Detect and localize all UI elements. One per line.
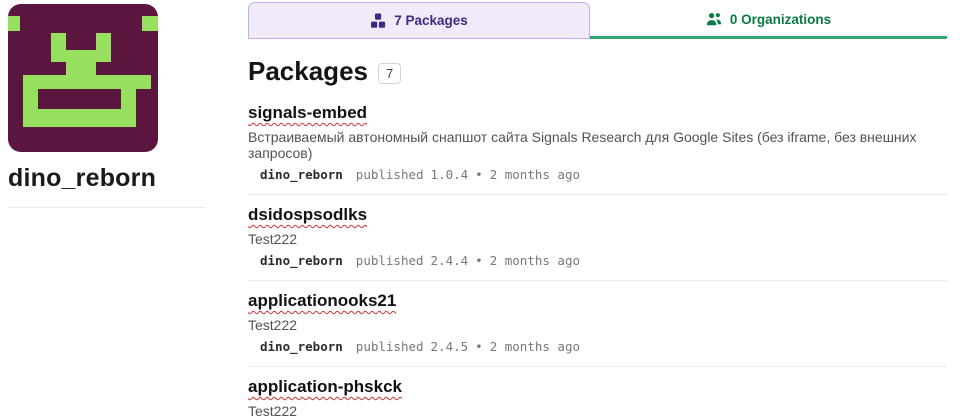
user-avatar <box>8 4 158 152</box>
package-item: applicationooks21 Test222 dino_reborn pu… <box>248 281 947 367</box>
package-name-link[interactable]: applicationooks21 <box>248 291 396 311</box>
packages-heading-row: Packages 7 <box>248 56 947 87</box>
package-version: 1.0.4 <box>431 168 469 182</box>
package-meta-row: dino_reborn published 1.0.4 • 2 months a… <box>260 168 947 182</box>
meta-separator: • <box>475 168 483 182</box>
tab-packages-label: 7 Packages <box>394 13 468 28</box>
package-list: signals-embed Встраиваемый автономный сн… <box>248 93 947 420</box>
packages-boxes-icon <box>370 13 386 29</box>
package-owner-link[interactable]: dino_reborn <box>260 254 343 268</box>
package-item: dsidospsodlks Test222 dino_reborn publis… <box>248 195 947 281</box>
profile-username: dino_reborn <box>8 164 240 193</box>
published-label: published <box>356 340 424 354</box>
sidebar-divider <box>8 207 205 208</box>
organizations-people-icon <box>706 11 722 27</box>
profile-tabs: 7 Packages 0 Organizations <box>248 2 947 39</box>
meta-separator: • <box>475 340 483 354</box>
package-owner-link[interactable]: dino_reborn <box>260 340 343 354</box>
published-time-ago: 2 months ago <box>490 168 580 182</box>
published-time-ago: 2 months ago <box>490 254 580 268</box>
profile-sidebar: dino_reborn <box>0 0 240 420</box>
packages-heading: Packages <box>248 56 368 87</box>
profile-page: dino_reborn 7 Packages 0 Organizations P… <box>0 0 960 420</box>
tab-packages[interactable]: 7 Packages <box>248 2 590 39</box>
package-name-link[interactable]: dsidospsodlks <box>248 205 367 225</box>
package-name-link[interactable]: signals-embed <box>248 103 367 123</box>
package-owner-link[interactable]: dino_reborn <box>260 168 343 182</box>
package-description: Test222 <box>248 403 947 419</box>
package-meta-row: dino_reborn published 2.4.5 • 2 months a… <box>260 340 947 354</box>
package-meta-row: dino_reborn published 2.4.4 • 2 months a… <box>260 254 947 268</box>
main-content: 7 Packages 0 Organizations Packages 7 si… <box>240 0 952 420</box>
published-label: published <box>356 168 424 182</box>
package-version: 2.4.5 <box>431 340 469 354</box>
published-label: published <box>356 254 424 268</box>
package-description: Test222 <box>248 317 947 333</box>
tab-organizations[interactable]: 0 Organizations <box>590 2 947 39</box>
package-item: signals-embed Встраиваемый автономный сн… <box>248 93 947 195</box>
package-description: Test222 <box>248 231 947 247</box>
tab-organizations-label: 0 Organizations <box>730 12 831 27</box>
published-time-ago: 2 months ago <box>490 340 580 354</box>
package-item: application-phskck Test222 dino_reborn p… <box>248 367 947 420</box>
meta-separator: • <box>475 254 483 268</box>
packages-count-badge: 7 <box>378 63 401 84</box>
package-description: Встраиваемый автономный снапшот сайта Si… <box>248 129 947 161</box>
package-version: 2.4.4 <box>431 254 469 268</box>
package-name-link[interactable]: application-phskck <box>248 377 402 397</box>
